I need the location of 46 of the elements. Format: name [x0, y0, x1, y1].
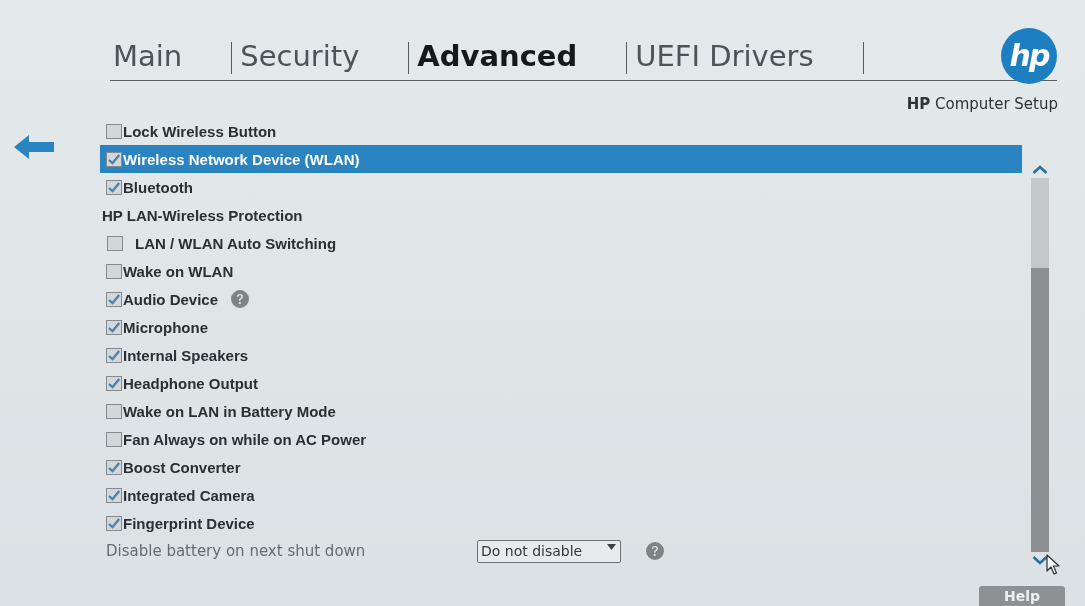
- checkbox[interactable]: [106, 123, 122, 139]
- caret-icon: [607, 543, 616, 550]
- tab[interactable]: Main: [110, 39, 186, 74]
- mouse-pointer-icon: [1046, 554, 1060, 575]
- setting-label[interactable]: Wake on LAN in Battery Mode: [123, 402, 336, 420]
- setting-label[interactable]: Microphone: [123, 318, 208, 336]
- checkbox[interactable]: [106, 459, 122, 475]
- logo: hp: [1001, 28, 1057, 84]
- app-title: HP Computer Setup: [906, 95, 1058, 113]
- setting-label[interactable]: Integrated Camera: [123, 486, 255, 504]
- setting-label[interactable]: Fingerprint Device: [123, 514, 255, 532]
- checkbox[interactable]: [106, 263, 122, 279]
- group-heading: HP LAN-Wireless Protection: [102, 206, 303, 224]
- dropdown[interactable]: Do not disable: [477, 539, 621, 563]
- setting-label[interactable]: LAN / WLAN Auto Switching: [135, 234, 337, 252]
- checkbox[interactable]: [106, 403, 122, 419]
- checkbox[interactable]: [106, 179, 122, 195]
- setting-label[interactable]: Bluetooth: [123, 178, 193, 196]
- setting-label[interactable]: Lock Wireless Button: [123, 122, 277, 140]
- setting-label[interactable]: Wake on WLAN: [123, 262, 234, 280]
- setting-label[interactable]: Internal Speakers: [123, 346, 249, 364]
- scroll-up-icon[interactable]: [1032, 165, 1048, 174]
- tab[interactable]: Security: [237, 39, 363, 74]
- checkbox[interactable]: [107, 235, 123, 251]
- checkbox[interactable]: [106, 515, 122, 531]
- help-icon[interactable]: [231, 290, 250, 308]
- help-icon[interactable]: [646, 542, 664, 560]
- setting-label[interactable]: Headphone Output: [123, 374, 258, 392]
- checkbox[interactable]: [106, 291, 122, 307]
- tab[interactable]: Advanced: [414, 39, 581, 74]
- tab[interactable]: UEFI Drivers: [632, 39, 817, 74]
- setting-label[interactable]: Wireless Network Device (WLAN): [123, 150, 360, 168]
- scroll-down-icon[interactable]: [1032, 556, 1048, 565]
- setting-label[interactable]: Boost Converter: [123, 458, 241, 476]
- setting-label[interactable]: Fan Always on while on AC Power: [123, 430, 367, 448]
- checkbox[interactable]: [106, 375, 122, 391]
- scrollbar-thumb[interactable]: [1031, 268, 1049, 552]
- scrollbar-track[interactable]: [1031, 178, 1049, 552]
- checkbox[interactable]: [106, 151, 122, 167]
- checkbox[interactable]: [106, 319, 122, 335]
- checkbox[interactable]: [106, 487, 122, 503]
- checkbox[interactable]: [106, 347, 122, 363]
- back-arrow-icon[interactable]: [14, 135, 54, 159]
- setting-label[interactable]: Audio Device: [123, 290, 219, 308]
- checkbox[interactable]: [106, 431, 122, 447]
- setting-label[interactable]: Disable battery on next shut down: [106, 542, 476, 560]
